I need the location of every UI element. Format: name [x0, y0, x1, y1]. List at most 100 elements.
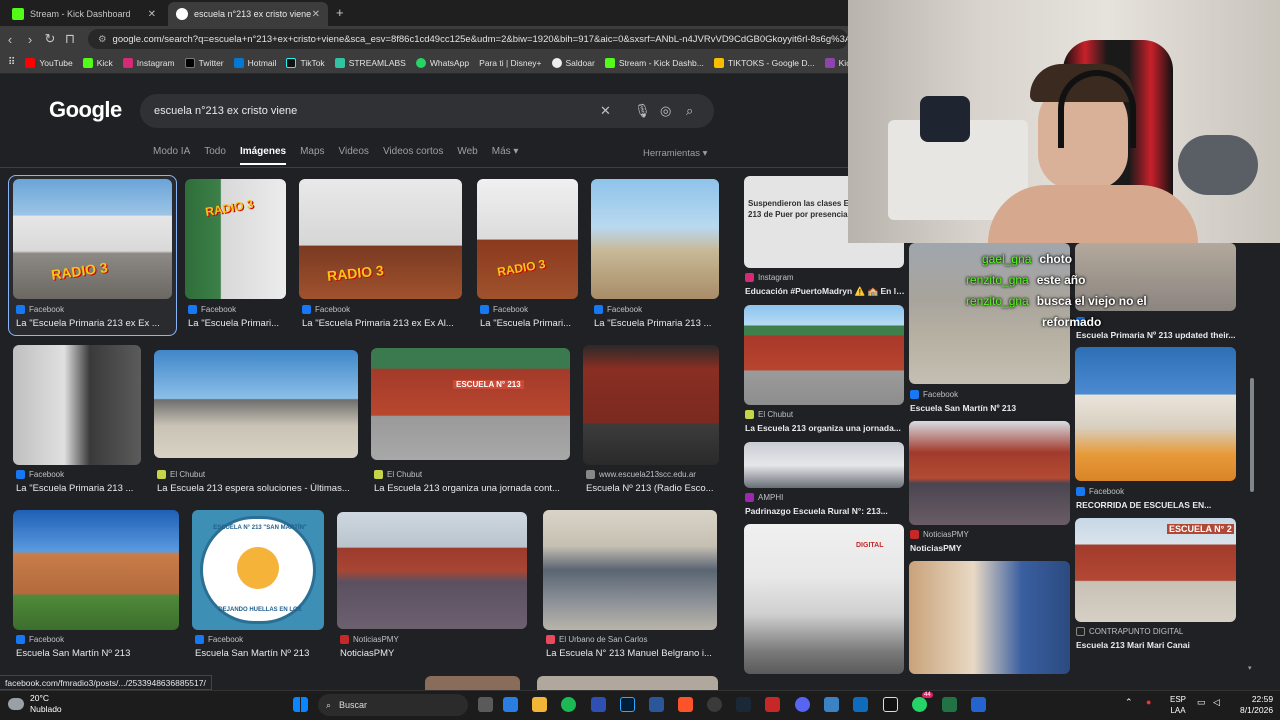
whatsapp-icon[interactable]: [912, 697, 927, 712]
tab-mas[interactable]: Más ▾: [492, 146, 519, 165]
tab-todo[interactable]: Todo: [204, 146, 226, 165]
panel-image[interactable]: [909, 561, 1070, 674]
tab-kick-dashboard[interactable]: Stream - Kick Dashboard ✕: [4, 2, 164, 26]
volume-icon[interactable]: ◁: [1213, 697, 1220, 708]
bookmark-tiktoks-doc[interactable]: TIKTOKS - Google D...: [713, 57, 815, 68]
result-title[interactable]: RECORRIDA DE ESCUELAS EN...: [1076, 500, 1236, 510]
result-image[interactable]: [13, 345, 141, 465]
forward-icon[interactable]: ›: [20, 32, 40, 47]
result-title[interactable]: La Escuela 213 organiza una jornada...: [745, 423, 905, 433]
bookmark-twitter[interactable]: Twitter: [184, 57, 224, 68]
result-title[interactable]: Padrinazgo Escuela Rural N°: 213...: [745, 506, 905, 516]
gallery-icon[interactable]: [853, 697, 868, 712]
tab-videos[interactable]: Videos: [339, 146, 369, 165]
panel-image[interactable]: ESCUELA N° 2: [1075, 518, 1236, 622]
file-explorer-icon[interactable]: [532, 697, 547, 712]
spotify-icon[interactable]: [561, 697, 576, 712]
result-image[interactable]: ESCUELA N° 213 "SAN MARTÍN" DEJANDO HUEL…: [192, 510, 324, 630]
brave-icon[interactable]: [678, 697, 693, 712]
google-logo[interactable]: Google: [49, 97, 122, 123]
tray-expand-icon[interactable]: ⌃: [1125, 697, 1133, 708]
site-info-icon[interactable]: ⚙: [98, 34, 107, 45]
result-image[interactable]: [154, 350, 358, 458]
vegas-icon[interactable]: [591, 697, 606, 712]
bookmark-kick-dashboard[interactable]: Stream - Kick Dashb...: [604, 57, 704, 68]
clock[interactable]: 22:59 8/1/2026: [1240, 694, 1273, 716]
result-title[interactable]: NoticiasPMY: [910, 543, 1070, 553]
close-icon[interactable]: ✕: [148, 9, 156, 20]
result-image[interactable]: RADIO 3: [477, 179, 578, 299]
reload-icon[interactable]: ↻: [40, 31, 60, 47]
result-image[interactable]: RADIO 3: [185, 179, 286, 299]
panel-image[interactable]: [909, 421, 1070, 525]
scroll-down-icon[interactable]: ▾: [1248, 664, 1252, 672]
tab-web[interactable]: Web: [457, 146, 477, 165]
excel-icon[interactable]: [942, 697, 957, 712]
bookmark-instagram[interactable]: Instagram: [122, 57, 175, 68]
panel-image[interactable]: DIGITAL: [744, 524, 904, 674]
bookmark-hotmail[interactable]: Hotmail: [233, 57, 276, 68]
tab-modo-ia[interactable]: Modo IA: [153, 146, 190, 165]
result-image[interactable]: ESCUELA N° 213: [371, 348, 570, 460]
clear-icon[interactable]: ✕: [600, 103, 611, 119]
widgets-icon[interactable]: [503, 697, 518, 712]
result-title[interactable]: La Escuela N° 213 Manuel Belgrano i...: [546, 648, 717, 659]
todo-icon[interactable]: [971, 697, 986, 712]
result-title[interactable]: La "Escuela Primaria 213 ...: [594, 318, 719, 329]
bookmark-saldoar[interactable]: Saldoar: [551, 57, 595, 68]
photoshop-icon[interactable]: [620, 697, 635, 712]
result-image[interactable]: [583, 345, 719, 465]
weather-widget[interactable]: 20°C Nublado: [8, 693, 62, 715]
bookmark-tiktok[interactable]: TikTok: [286, 57, 325, 68]
search-icon[interactable]: ⌕: [686, 103, 693, 119]
discord-icon[interactable]: [795, 697, 810, 712]
bookmark-kick-2[interactable]: Kic: [824, 57, 848, 68]
apps-icon[interactable]: ⠿: [8, 57, 15, 68]
result-title[interactable]: La "Escuela Primari...: [188, 318, 286, 329]
result-title[interactable]: Escuela San Martín Nº 213: [16, 648, 179, 659]
voice-app-icon[interactable]: [765, 697, 780, 712]
result-image[interactable]: [537, 676, 718, 690]
capcut-icon[interactable]: [883, 697, 898, 712]
result-title[interactable]: La "Escuela Primari...: [480, 318, 578, 329]
panel-image[interactable]: [1075, 347, 1236, 481]
result-title[interactable]: La Escuela 213 organiza una jornada cont…: [374, 483, 570, 494]
result-title[interactable]: La "Escuela Primaria 213 ex Ex Al...: [302, 318, 462, 329]
back-icon[interactable]: ‹: [0, 32, 20, 47]
panel-image[interactable]: [744, 305, 904, 405]
panel-image[interactable]: [744, 442, 904, 488]
result-title[interactable]: La Escuela 213 espera soluciones - Últim…: [157, 483, 357, 494]
taskbar-search[interactable]: ⌕ Buscar: [318, 694, 468, 716]
result-image[interactable]: [591, 179, 719, 299]
result-title[interactable]: Escuela San Martín Nº 213: [195, 648, 324, 659]
result-image[interactable]: [425, 676, 520, 690]
result-title[interactable]: Escuela Primaria Nº 213 updated their...: [1076, 330, 1236, 340]
result-image[interactable]: [543, 510, 717, 630]
bookmark-streamlabs[interactable]: STREAMLABS: [334, 57, 406, 68]
result-image[interactable]: RADIO 3: [13, 179, 172, 299]
task-view-icon[interactable]: [478, 697, 493, 712]
microphone-tray-icon[interactable]: ●: [1146, 697, 1151, 707]
result-title[interactable]: Educación #PuertoMadryn ⚠️ 🏫 En la...: [745, 286, 905, 297]
tab-imagenes[interactable]: Imágenes: [239, 146, 287, 165]
result-image[interactable]: [13, 510, 179, 630]
result-title[interactable]: La "Escuela Primaria 213 ...: [16, 483, 141, 494]
result-image[interactable]: RADIO 3: [299, 179, 462, 299]
bookmark-icon[interactable]: ⊓: [60, 31, 80, 47]
bookmark-kick[interactable]: Kick: [82, 57, 113, 68]
result-title[interactable]: Escuela Nº 213 (Radio Esco...: [586, 483, 719, 494]
result-title[interactable]: La "Escuela Primaria 213 ex Ex ...: [16, 318, 168, 329]
tab-maps[interactable]: Maps: [300, 146, 324, 165]
tools-button[interactable]: Herramientas ▾: [643, 148, 707, 159]
address-bar[interactable]: ⚙ google.com/search?q=escuela+n°213+ex+c…: [88, 29, 848, 49]
result-title[interactable]: Escuela San Martín Nº 213: [910, 403, 1070, 413]
result-title[interactable]: Escuela 213 Mari Mari Canai: [1076, 640, 1236, 650]
tab-videos-cortos[interactable]: Videos cortos: [383, 146, 443, 165]
bookmark-disney[interactable]: Para ti | Disney+: [479, 58, 541, 68]
tab-google-search[interactable]: escuela n°213 ex cristo viene - B ✕: [168, 2, 328, 26]
lens-icon[interactable]: ◎: [660, 103, 671, 119]
microphone-icon[interactable]: 🎙: [634, 103, 651, 119]
photos-icon[interactable]: [824, 697, 839, 712]
scrollbar-thumb[interactable]: [1250, 378, 1254, 492]
close-icon[interactable]: ✕: [312, 9, 320, 20]
